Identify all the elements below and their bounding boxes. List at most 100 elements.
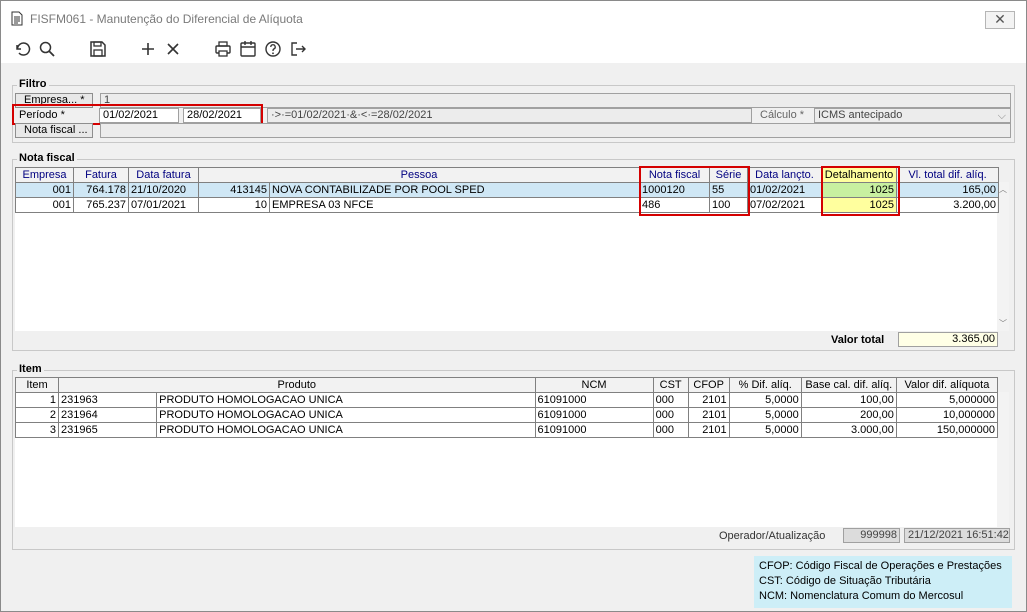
- cell: 001: [15, 197, 74, 213]
- col-header[interactable]: Empresa: [15, 167, 74, 183]
- cell: 21/10/2020: [128, 182, 199, 198]
- exit-icon[interactable]: [289, 40, 307, 58]
- calculo-label: Cálculo *: [760, 109, 805, 121]
- calculo-value: ICMS antecipado: [818, 109, 903, 121]
- cell: 231964: [58, 407, 158, 423]
- abbreviations-legend: CFOP: Código Fiscal de Operações e Prest…: [754, 556, 1012, 608]
- operador-label: Operador/Atualização: [719, 530, 826, 542]
- cell: 001: [15, 182, 74, 198]
- cell: 3.000,00: [800, 422, 897, 438]
- main-window: FISFM061 - Manutenção do Diferencial de …: [0, 0, 1027, 612]
- filtro-legend: Filtro: [17, 78, 49, 90]
- cell: 231963: [58, 392, 158, 408]
- help-icon[interactable]: [264, 40, 282, 58]
- cell: 150,000000: [895, 422, 999, 438]
- table-row[interactable]: 1 231963 PRODUTO HOMOLOGACAO UNICA 61091…: [14, 392, 999, 408]
- col-header[interactable]: NCM: [534, 377, 654, 393]
- col-header[interactable]: Item: [14, 377, 60, 393]
- nota-fiscal-button[interactable]: Nota fiscal ...: [15, 123, 93, 138]
- cell: 10,000000: [895, 407, 999, 423]
- item-legend: Item: [17, 363, 44, 375]
- operador-field: 999998: [843, 528, 900, 543]
- cell: 07/02/2021: [747, 197, 823, 213]
- cell: PRODUTO HOMOLOGACAO UNICA: [156, 392, 536, 408]
- table-row[interactable]: 2 231964 PRODUTO HOMOLOGACAO UNICA 61091…: [14, 407, 999, 423]
- delete-icon[interactable]: [164, 40, 182, 58]
- cell: NOVA CONTABILIZADE POR POOL SPED: [268, 182, 641, 198]
- item-table: Item Produto NCM CST CFOP % Dif. alíq. B…: [14, 377, 999, 438]
- periodo-expression: ·>·=01/02/2021·&·<·=28/02/2021: [267, 108, 752, 123]
- legend-cst: CST: Código de Situação Tributária: [759, 575, 931, 587]
- cell: 764.178: [73, 182, 129, 198]
- cell: 100,00: [800, 392, 897, 408]
- cell: 000: [652, 407, 689, 423]
- cell: 07/01/2021: [128, 197, 199, 213]
- cell: 10: [198, 197, 270, 213]
- cell: 765.237: [73, 197, 129, 213]
- cell: 413145: [198, 182, 270, 198]
- cell: 200,00: [800, 407, 897, 423]
- title-bar: FISFM061 - Manutenção do Diferencial de …: [1, 1, 1026, 35]
- search-icon[interactable]: [38, 40, 56, 58]
- cell: 2101: [687, 422, 730, 438]
- print-icon[interactable]: [214, 40, 232, 58]
- cell: 165,00: [896, 182, 1000, 198]
- calendar-icon[interactable]: [239, 40, 257, 58]
- nota-serie-highlight: [639, 166, 750, 216]
- detalhamento-highlight: [821, 166, 900, 216]
- col-header[interactable]: Fatura: [73, 167, 129, 183]
- nota-fiscal-filter-field[interactable]: [100, 123, 1011, 138]
- legend-ncm: NCM: Nomenclatura Comum do Mercosul: [759, 590, 964, 602]
- col-header[interactable]: CST: [652, 377, 689, 393]
- calculo-select[interactable]: ICMS antecipado ⌵: [814, 108, 1011, 123]
- cell: 5,0000: [728, 422, 802, 438]
- add-icon[interactable]: [139, 40, 157, 58]
- col-header[interactable]: Base cal. dif. alíq.: [800, 377, 897, 393]
- cell: 61091000: [534, 407, 654, 423]
- table-row[interactable]: 3 231965 PRODUTO HOMOLOGACAO UNICA 61091…: [14, 422, 999, 438]
- valor-total-field: 3.365,00: [898, 332, 998, 347]
- col-header[interactable]: Data lançto.: [747, 167, 823, 183]
- scroll-up-icon[interactable]: ︿: [999, 184, 1007, 195]
- cell: 231965: [58, 422, 158, 438]
- cell: 2101: [687, 392, 730, 408]
- cell: 2101: [687, 407, 730, 423]
- toolbar: [1, 35, 1026, 63]
- cell: PRODUTO HOMOLOGACAO UNICA: [156, 422, 536, 438]
- undo-icon[interactable]: [13, 40, 31, 58]
- cell: 1: [14, 392, 60, 408]
- cell: PRODUTO HOMOLOGACAO UNICA: [156, 407, 536, 423]
- col-header[interactable]: CFOP: [687, 377, 730, 393]
- cell: 61091000: [534, 422, 654, 438]
- item-scrollbar[interactable]: [997, 392, 1009, 527]
- cell: 3: [14, 422, 60, 438]
- cell: 000: [652, 392, 689, 408]
- cell: 01/02/2021: [747, 182, 823, 198]
- atualizacao-field: 21/12/2021 16:51:42: [904, 528, 1010, 543]
- nota-fiscal-legend: Nota fiscal: [17, 152, 77, 164]
- table-header: Item Produto NCM CST CFOP % Dif. alíq. B…: [14, 377, 999, 393]
- periodo-highlight: [12, 104, 263, 125]
- col-header[interactable]: Data fatura: [128, 167, 199, 183]
- cell: 3.200,00: [896, 197, 1000, 213]
- chevron-down-icon: ⌵: [997, 110, 1006, 122]
- col-header[interactable]: Pessoa: [197, 167, 641, 183]
- legend-cfop: CFOP: Código Fiscal de Operações e Prest…: [759, 560, 1002, 572]
- close-button[interactable]: ✕: [985, 11, 1015, 29]
- cell: 2: [14, 407, 60, 423]
- cell: 5,0000: [728, 392, 802, 408]
- cell: 000: [652, 422, 689, 438]
- col-header[interactable]: Valor dif. alíquota: [895, 377, 999, 393]
- col-header[interactable]: Produto: [58, 377, 536, 393]
- cell: 61091000: [534, 392, 654, 408]
- cell: EMPRESA 03 NFCE: [268, 197, 641, 213]
- save-icon[interactable]: [89, 40, 107, 58]
- col-header[interactable]: Vl. total dif. alíq.: [896, 167, 1000, 183]
- scroll-down-icon[interactable]: ﹀: [999, 318, 1007, 329]
- document-icon: [11, 11, 23, 26]
- window-title: FISFM061 - Manutenção do Diferencial de …: [30, 12, 303, 26]
- cell: 5,0000: [728, 407, 802, 423]
- valor-total-label: Valor total: [831, 334, 885, 346]
- col-header[interactable]: % Dif. alíq.: [728, 377, 802, 393]
- cell: 5,000000: [895, 392, 999, 408]
